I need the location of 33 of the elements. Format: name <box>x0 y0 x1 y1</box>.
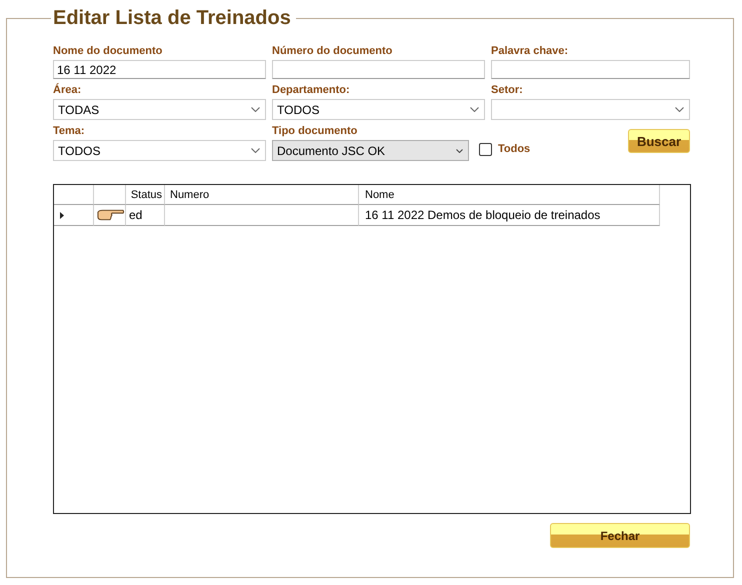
field-label: Número do documento <box>272 44 394 58</box>
combo-box[interactable] <box>491 99 690 120</box>
field-label: Tipo documento <box>272 124 358 138</box>
field-label: Tema: <box>53 124 86 138</box>
field-label: Área: <box>53 83 82 97</box>
form-title: Editar Lista de Treinados <box>52 6 292 30</box>
current-row-icon <box>60 212 64 218</box>
field-label: Nome do documento <box>53 44 164 58</box>
combo-box[interactable]: TODAS <box>53 99 266 120</box>
table-cell: 16 11 2022 Demos de bloqueio de treinados <box>359 205 660 226</box>
header-cell <box>54 185 94 205</box>
combo-box[interactable]: TODOS <box>272 99 485 120</box>
field-label: Departamento: <box>272 83 351 97</box>
column-header: Nome <box>359 185 660 205</box>
field-label: Palavra chave: <box>491 44 568 58</box>
dropdown[interactable]: Documento JSC OK <box>272 140 469 161</box>
chevron-down-icon <box>675 107 684 112</box>
column-header: Status <box>126 185 165 205</box>
input-field[interactable] <box>491 60 690 79</box>
row-header[interactable] <box>54 205 94 226</box>
chevron-down-icon <box>470 107 479 112</box>
chevron-down-icon <box>251 107 260 112</box>
chevron-down-icon <box>456 148 463 152</box>
input-field[interactable]: 16 11 2022 <box>53 60 266 79</box>
field-label: Setor: <box>491 83 523 97</box>
checkbox[interactable] <box>479 142 492 156</box>
input-field[interactable] <box>272 60 485 79</box>
pointing-hand-icon <box>97 208 125 222</box>
table-cell: ed <box>126 205 165 226</box>
combo-box[interactable]: TODOS <box>53 140 266 161</box>
chevron-down-icon <box>251 148 260 153</box>
checkbox-label: Todos <box>498 142 530 156</box>
column-header: Numero <box>165 185 359 205</box>
